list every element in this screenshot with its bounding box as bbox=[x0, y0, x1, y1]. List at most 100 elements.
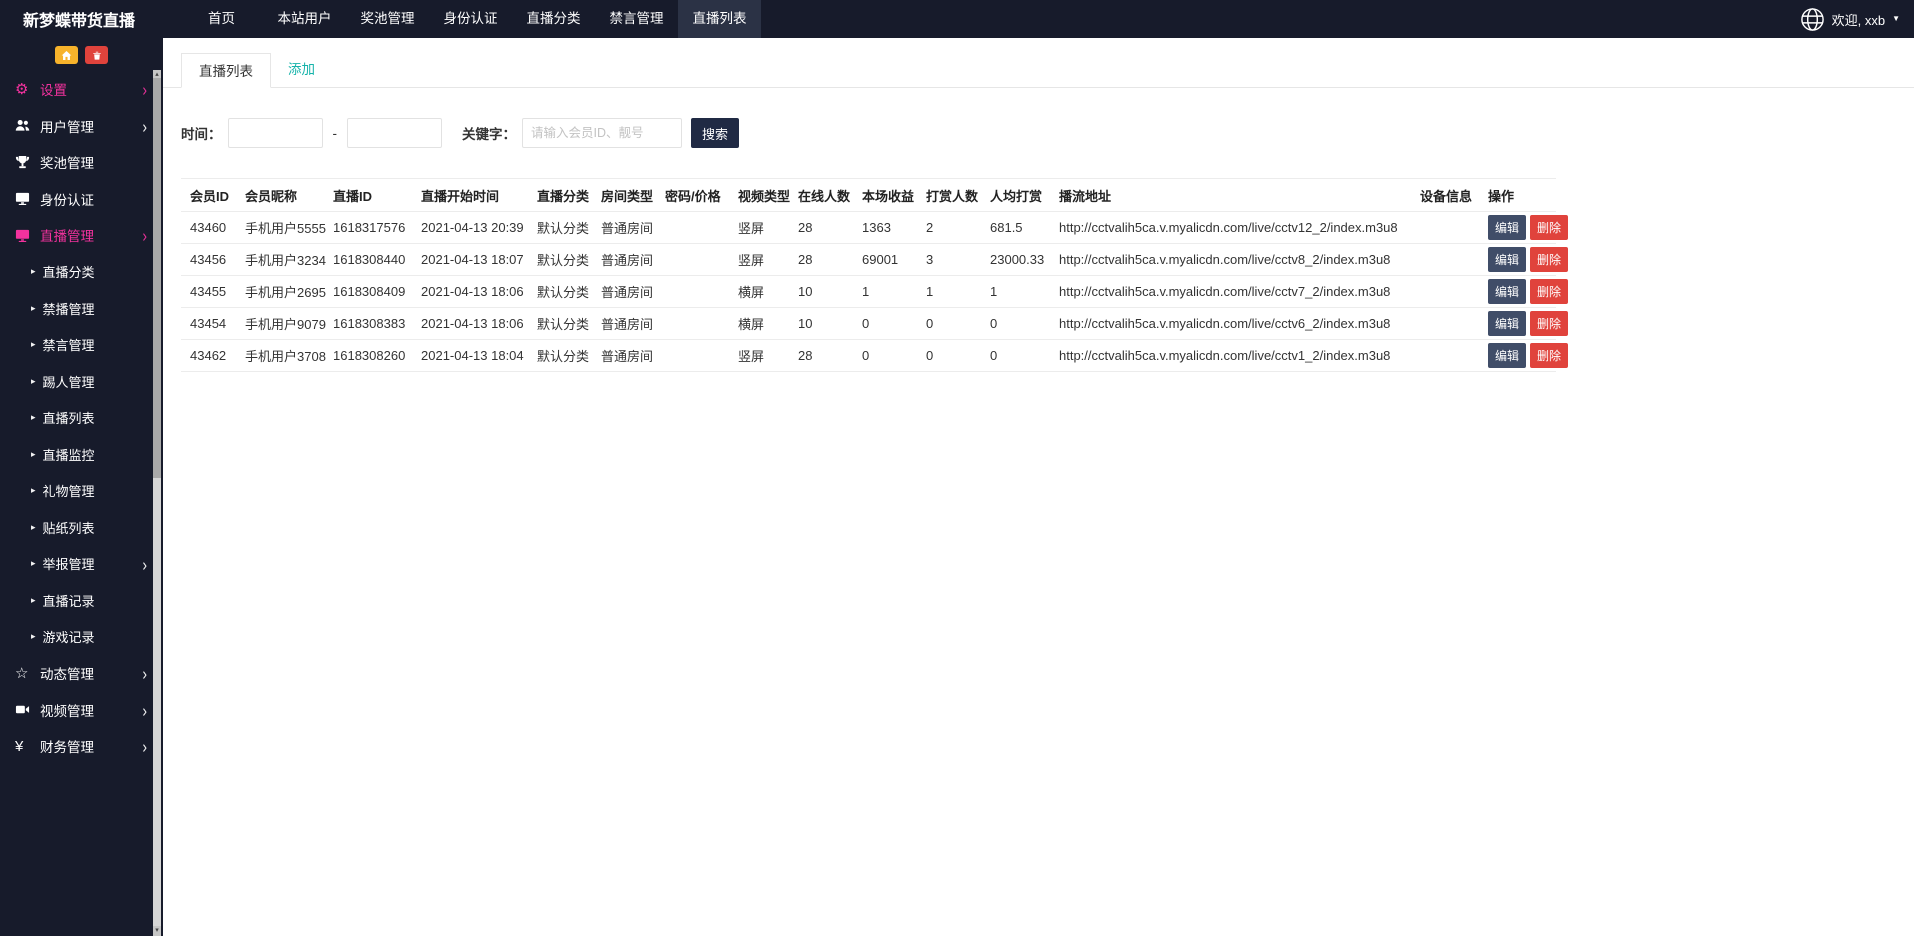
topnav-item[interactable]: 首页 bbox=[180, 0, 263, 38]
time-end-input[interactable] bbox=[347, 118, 442, 148]
chevron-right-icon: › bbox=[142, 663, 147, 683]
sidebar-subitem-label: 直播记录 bbox=[43, 591, 95, 610]
table-row: 43455手机用户269516183084092021-04-13 18:06默… bbox=[181, 276, 1556, 308]
sidebar-subitem[interactable]: ▸礼物管理 bbox=[0, 473, 163, 510]
table-cell: 0 bbox=[853, 340, 917, 372]
edit-button[interactable]: 编辑 bbox=[1488, 215, 1526, 240]
user-menu[interactable]: 欢迎, xxb ▼ bbox=[1800, 7, 1914, 32]
table-cell: 0 bbox=[981, 340, 1050, 372]
sidebar-item[interactable]: ⚙设置› bbox=[0, 71, 163, 108]
delete-button[interactable]: 删除 bbox=[1530, 311, 1568, 336]
table-cell bbox=[656, 340, 729, 372]
sidebar-item[interactable]: ☆动态管理› bbox=[0, 655, 163, 692]
column-header: 设备信息 bbox=[1411, 179, 1479, 212]
sidebar-item[interactable]: ¥财务管理› bbox=[0, 728, 163, 765]
table-body: 43460手机用户555516183175762021-04-13 20:39默… bbox=[181, 212, 1556, 372]
table-cell: 1 bbox=[853, 276, 917, 308]
table-cell: http://cctvalih5ca.v.myalicdn.com/live/c… bbox=[1050, 212, 1411, 244]
sidebar-scrollbar[interactable]: ▴ ▾ bbox=[153, 70, 161, 936]
table-cell: 69001 bbox=[853, 244, 917, 276]
sidebar-item[interactable]: 身份认证 bbox=[0, 181, 163, 218]
home-button[interactable] bbox=[55, 46, 78, 64]
table-cell: 横屏 bbox=[729, 276, 789, 308]
triangle-bullet-icon: ▸ bbox=[31, 522, 36, 533]
column-header: 直播开始时间 bbox=[412, 179, 528, 212]
sidebar-item[interactable]: 直播管理› bbox=[0, 217, 163, 254]
sidebar-item-label: 用户管理 bbox=[40, 116, 94, 136]
sidebar-item[interactable]: 用户管理› bbox=[0, 108, 163, 145]
table-row: 43460手机用户555516183175762021-04-13 20:39默… bbox=[181, 212, 1556, 244]
table-cell: 43454 bbox=[181, 308, 236, 340]
table-cell bbox=[656, 276, 729, 308]
sidebar-subitem[interactable]: ▸禁言管理 bbox=[0, 327, 163, 364]
sidebar-subitem[interactable]: ▸直播监控 bbox=[0, 436, 163, 473]
delete-button[interactable]: 删除 bbox=[1530, 247, 1568, 272]
sidebar-subitem[interactable]: ▸直播记录 bbox=[0, 582, 163, 619]
table-cell: 普通房间 bbox=[592, 340, 656, 372]
sidebar-item[interactable]: 视频管理› bbox=[0, 692, 163, 729]
star-icon: ☆ bbox=[15, 666, 40, 681]
delete-button[interactable]: 删除 bbox=[1530, 343, 1568, 368]
table-cell: 0 bbox=[917, 340, 981, 372]
edit-button[interactable]: 编辑 bbox=[1488, 311, 1526, 336]
table-cell: 28 bbox=[789, 244, 853, 276]
triangle-bullet-icon: ▸ bbox=[31, 266, 36, 277]
sidebar-item-label: 视频管理 bbox=[40, 700, 94, 720]
tab-live-list[interactable]: 直播列表 bbox=[181, 53, 271, 88]
sidebar-subitem[interactable]: ▸贴纸列表 bbox=[0, 509, 163, 546]
table-cell bbox=[1411, 308, 1479, 340]
table-cell: 3 bbox=[917, 244, 981, 276]
trash-button[interactable] bbox=[85, 46, 108, 64]
scroll-down-arrow-icon[interactable]: ▾ bbox=[153, 926, 161, 936]
id-monitor-icon bbox=[15, 191, 40, 206]
tab-add[interactable]: 添加 bbox=[271, 52, 332, 87]
trash-icon bbox=[92, 50, 102, 61]
topnav-item[interactable]: 禁言管理 bbox=[595, 0, 678, 38]
table-cell: 默认分类 bbox=[528, 340, 592, 372]
sidebar-item[interactable]: 奖池管理 bbox=[0, 144, 163, 181]
time-label: 时间： bbox=[181, 123, 222, 143]
table-cell: 1363 bbox=[853, 212, 917, 244]
video-icon bbox=[15, 702, 40, 717]
sidebar-subitem[interactable]: ▸直播分类 bbox=[0, 254, 163, 291]
table-cell bbox=[656, 308, 729, 340]
topnav-item[interactable]: 本站用户 bbox=[263, 0, 346, 38]
table-cell: 2 bbox=[917, 212, 981, 244]
triangle-bullet-icon: ▸ bbox=[31, 412, 36, 423]
edit-button[interactable]: 编辑 bbox=[1488, 247, 1526, 272]
edit-button[interactable]: 编辑 bbox=[1488, 279, 1526, 304]
sidebar-subitem[interactable]: ▸直播列表 bbox=[0, 400, 163, 437]
topnav-items: 首页本站用户奖池管理身份认证直播分类禁言管理直播列表 bbox=[180, 0, 761, 38]
sidebar-subitem[interactable]: ▸举报管理› bbox=[0, 546, 163, 583]
topnav-item[interactable]: 身份认证 bbox=[429, 0, 512, 38]
topnav-item[interactable]: 奖池管理 bbox=[346, 0, 429, 38]
table-cell: 1618308409 bbox=[324, 276, 412, 308]
table-cell: 1 bbox=[981, 276, 1050, 308]
sidebar-subitem[interactable]: ▸踢人管理 bbox=[0, 363, 163, 400]
table-cell bbox=[1411, 212, 1479, 244]
table-cell: 2021-04-13 18:06 bbox=[412, 308, 528, 340]
keyword-input[interactable] bbox=[522, 118, 682, 148]
sidebar-subitem[interactable]: ▸禁播管理 bbox=[0, 290, 163, 327]
edit-button[interactable]: 编辑 bbox=[1488, 343, 1526, 368]
table-cell: 竖屏 bbox=[729, 340, 789, 372]
caret-down-icon: ▼ bbox=[1892, 15, 1900, 23]
table-cell: 普通房间 bbox=[592, 308, 656, 340]
delete-button[interactable]: 删除 bbox=[1530, 215, 1568, 240]
table-cell: 2021-04-13 18:07 bbox=[412, 244, 528, 276]
column-header: 本场收益 bbox=[853, 179, 917, 212]
topnav-item[interactable]: 直播分类 bbox=[512, 0, 595, 38]
column-header: 会员昵称 bbox=[236, 179, 324, 212]
topnav-item[interactable]: 直播列表 bbox=[678, 0, 761, 38]
column-header: 房间类型 bbox=[592, 179, 656, 212]
search-button[interactable]: 搜索 bbox=[691, 118, 739, 148]
table-cell: 43456 bbox=[181, 244, 236, 276]
table-cell: 681.5 bbox=[981, 212, 1050, 244]
time-start-input[interactable] bbox=[228, 118, 323, 148]
delete-button[interactable]: 删除 bbox=[1530, 279, 1568, 304]
table-cell: 2021-04-13 18:06 bbox=[412, 276, 528, 308]
scrollbar-thumb[interactable] bbox=[153, 78, 161, 478]
sidebar-subitem[interactable]: ▸游戏记录 bbox=[0, 619, 163, 656]
table-cell bbox=[1411, 340, 1479, 372]
table-cell: 1 bbox=[917, 276, 981, 308]
